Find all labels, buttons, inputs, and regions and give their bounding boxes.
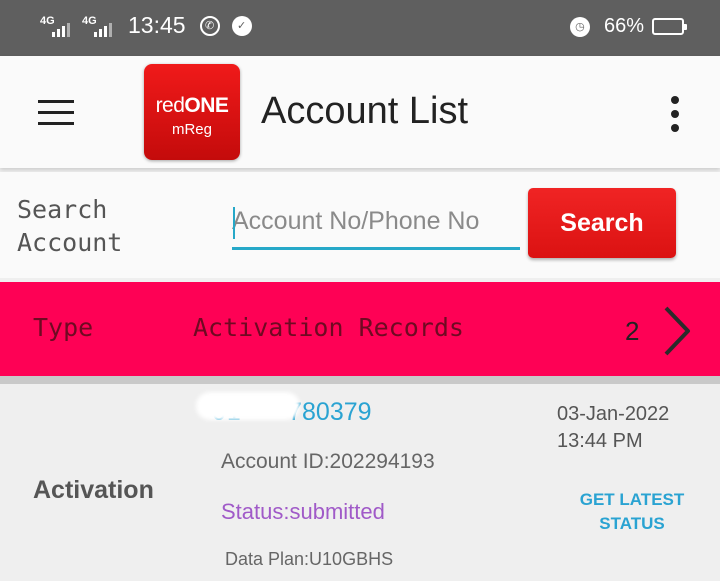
- record-type: Activation: [33, 476, 154, 504]
- signal-label: 4G: [82, 14, 97, 27]
- logo-sub: mReg: [171, 121, 212, 138]
- status-left: 4G 4G 13:45 ✆ ✓: [40, 12, 258, 39]
- logo-red: red: [155, 94, 185, 117]
- record-count: 2: [625, 316, 640, 346]
- check-icon: ✓: [231, 15, 252, 36]
- record-status: Status:submitted: [221, 499, 385, 524]
- record-date: 03-Jan-2022: [557, 403, 670, 425]
- signal-label: 4G: [40, 14, 55, 27]
- account-id: Account ID:202294193: [221, 450, 435, 473]
- signal-icon: 4G: [40, 15, 76, 37]
- status-bar: 4G 4G 13:45 ✆ ✓ ◷ 66%: [0, 0, 720, 56]
- phone-visible: 780379: [288, 398, 372, 426]
- status-right: ◷ 66%: [569, 15, 687, 38]
- redaction-mark: [196, 392, 300, 420]
- page-title: Account List: [261, 90, 468, 132]
- data-plan: Data Plan:U10GBHS: [225, 549, 394, 569]
- alarm-icon: ◷: [569, 16, 590, 37]
- more-options-icon[interactable]: [660, 94, 690, 134]
- whatsapp-icon: ✆: [199, 15, 220, 36]
- record-time: 13:44 PM: [557, 430, 643, 452]
- get-latest-status-button[interactable]: GET LATEST STATUS: [568, 488, 696, 536]
- battery-percent: 66%: [603, 15, 644, 37]
- get-latest-line1: GET LATEST: [579, 490, 685, 509]
- get-latest-line2: STATUS: [599, 514, 665, 533]
- search-button[interactable]: Search: [528, 188, 676, 258]
- redone-logo: redONE mReg: [144, 64, 240, 160]
- search-input[interactable]: [232, 202, 520, 250]
- signal-icon: 4G: [82, 15, 118, 37]
- search-label: Search Account: [17, 195, 123, 257]
- category-label: Activation Records: [193, 313, 464, 342]
- app-bar: redONE mReg Account List: [0, 56, 720, 168]
- clock: 13:45: [128, 12, 186, 38]
- logo-one: ONE: [184, 94, 229, 117]
- divider: [0, 376, 720, 384]
- logo-brand: redONE: [144, 94, 240, 118]
- chevron-right-icon[interactable]: [656, 304, 696, 358]
- type-label: Type: [33, 313, 94, 342]
- type-bar: Type Activation Records 2: [0, 282, 720, 376]
- record-datetime: 03-Jan-2022 13:44 PM: [557, 401, 669, 455]
- battery-icon: [652, 18, 687, 35]
- search-row: Search Account Search: [0, 172, 720, 278]
- activation-record[interactable]: Activation 01 780379 Account ID:20229419…: [0, 384, 720, 581]
- text-cursor: [233, 207, 235, 239]
- hamburger-menu-icon[interactable]: [38, 100, 74, 126]
